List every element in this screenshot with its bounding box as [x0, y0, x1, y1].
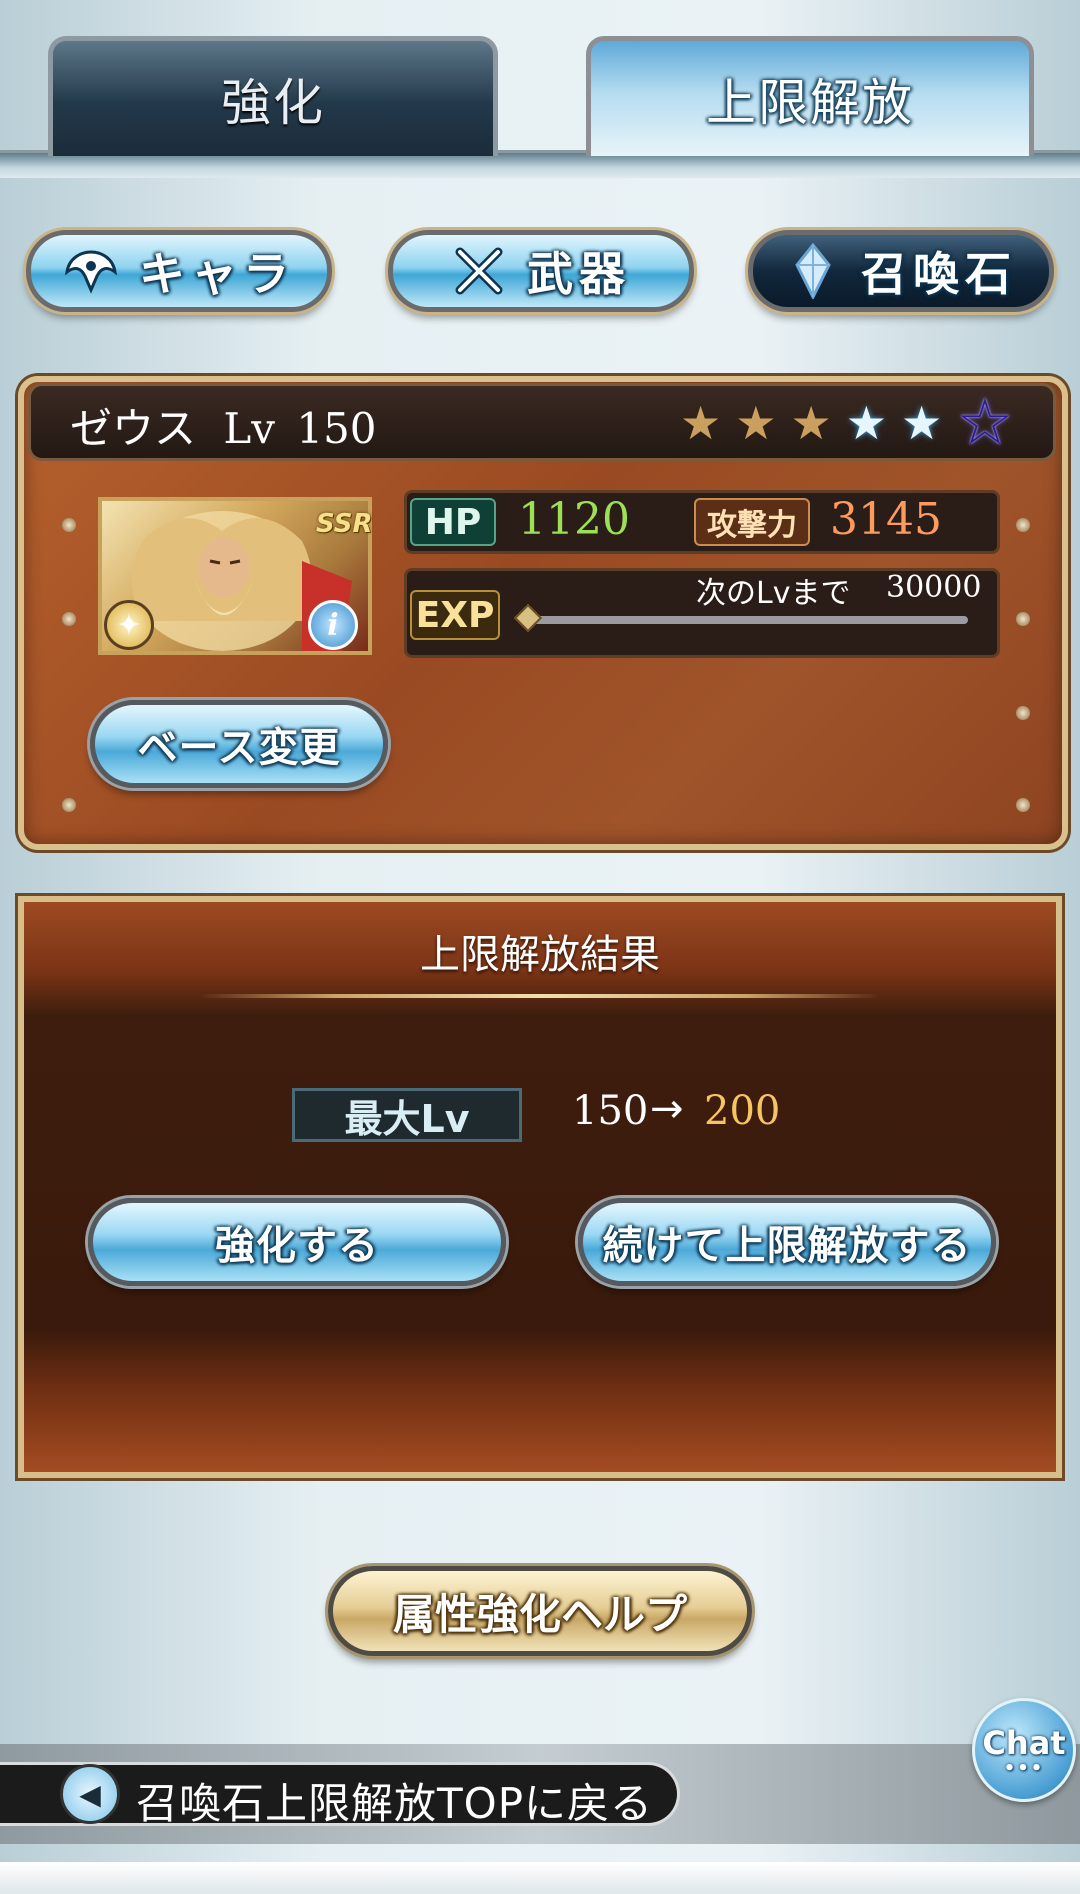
base-change-label: ベース変更 [137, 725, 341, 771]
rivet [1016, 798, 1030, 812]
category-weapon-button[interactable]: 武器 [388, 230, 694, 312]
info-icon[interactable]: i [308, 600, 358, 650]
limit-break-result-panel [18, 896, 1062, 1478]
rivet [62, 798, 76, 812]
title-divider [200, 994, 880, 998]
chat-button[interactable]: Chat ••• [972, 1698, 1076, 1802]
attack-value: 3145 [830, 494, 942, 545]
enhance-button-label: 強化する [215, 1223, 379, 1269]
next-level-exp: 30000 [886, 570, 982, 605]
attack-label: 攻撃力 [694, 498, 810, 546]
base-change-button[interactable]: ベース変更 [90, 700, 388, 788]
tab-limit-break-label: 上限解放 [706, 73, 914, 132]
continue-limit-break-label: 続けて上限解放する [602, 1223, 972, 1269]
light-element-icon: ✦ [104, 600, 154, 650]
star-gold-icon: ★ [735, 396, 777, 450]
star-gold-icon: ★ [790, 396, 832, 450]
rivet [62, 518, 76, 532]
hp-value: 1120 [518, 494, 630, 545]
star-blue-icon: ★ [901, 396, 943, 450]
tab-enhance-label: 強化 [221, 73, 325, 132]
back-arrow-icon[interactable]: ◀ [60, 1764, 120, 1824]
star-blue-icon: ★ [845, 396, 887, 450]
star-gold-icon: ★ [680, 396, 722, 450]
category-weapon-label: 武器 [527, 247, 631, 301]
rivet [62, 612, 76, 626]
help-label: 属性強化ヘルプ [392, 1589, 687, 1639]
summon-level-label: Lv [223, 404, 275, 453]
continue-limit-break-button[interactable]: 続けて上限解放する [578, 1198, 996, 1286]
rarity-badge: SSR [316, 509, 373, 539]
rivet [1016, 518, 1030, 532]
character-icon [63, 243, 119, 299]
category-character-label: キャラ [139, 247, 295, 301]
element-enhance-help-button[interactable]: 属性強化ヘルプ [328, 1566, 752, 1656]
uncap-stars: ★ ★ ★ ★ ★ ☆ [680, 386, 1014, 460]
enhance-button[interactable]: 強化する [88, 1198, 506, 1286]
hp-label: HP [410, 498, 496, 546]
weapon-icon [451, 243, 507, 299]
category-summon-button[interactable]: 召喚石 [748, 230, 1054, 312]
summon-level: 150 [296, 404, 377, 453]
result-title: 上限解放結果 [420, 932, 660, 978]
max-level-label: 最大Lv [292, 1088, 522, 1142]
exp-progress-bar [520, 616, 968, 624]
bottom-edge [0, 1862, 1080, 1894]
chat-label: Chat [982, 1724, 1066, 1762]
category-summon-label: 召喚石 [861, 247, 1017, 301]
rivet [1016, 612, 1030, 626]
tab-enhance[interactable]: 強化 [48, 36, 498, 156]
max-level-before: 150 [572, 1088, 649, 1134]
next-level-label: 次のLvまで [696, 576, 851, 611]
category-character-button[interactable]: キャラ [26, 230, 332, 312]
tab-limit-break[interactable]: 上限解放 [586, 36, 1034, 156]
chat-dots-icon: ••• [1003, 1758, 1045, 1779]
summon-stone-icon [785, 243, 841, 299]
rivet [1016, 706, 1030, 720]
level-arrow: → [650, 1086, 684, 1132]
summon-name: ゼウス [70, 404, 197, 453]
star-purple-icon: ☆ [956, 386, 1014, 460]
summon-name-level: ゼウス Lv 150 [70, 395, 377, 456]
back-button-label: 召喚石上限解放TOPに戻る [136, 1779, 654, 1828]
max-level-after: 200 [704, 1088, 781, 1134]
exp-label: EXP [410, 590, 500, 640]
